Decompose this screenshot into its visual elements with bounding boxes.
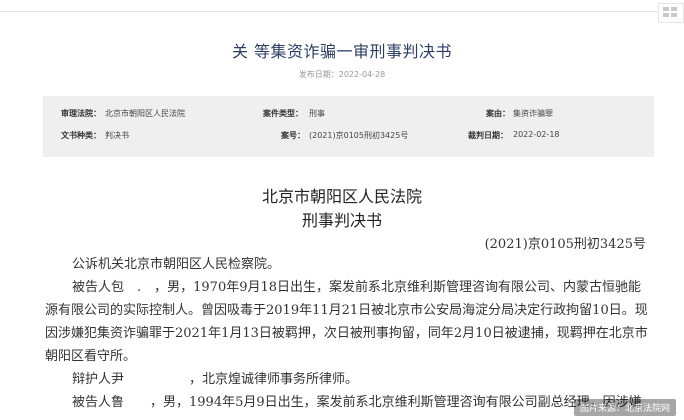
- grid-icon: [663, 7, 677, 17]
- paragraph-line: 源有限公司的实际控制人。曾因吸毒于2019年11月21日被北京市公安局海淀分局决…: [45, 303, 648, 318]
- case-type-value: 刑事: [309, 109, 325, 118]
- paragraph-line: 被告人包 . ，男，1970年9月18日出生，案发前系北京维利斯管理咨询有限公司…: [72, 280, 642, 295]
- case-no-value: (2021)京0105刑初3425号: [309, 131, 409, 140]
- court-value: 北京市朝阳区人民法院: [105, 109, 185, 118]
- image-source-watermark: 图片来源：北京法院网: [573, 399, 676, 416]
- paragraph-line: 辩护人尹 ，北京煌诚律师事务所律师。: [72, 372, 359, 387]
- publish-date: 发布日期：2022-04-28: [298, 70, 386, 79]
- case-type-label: 案件类型：: [263, 109, 303, 118]
- paragraph-line: 因涉嫌犯集资诈骗罪于2021年1月13日被羁押，次日被刑事拘留，同年2月10日被…: [45, 326, 648, 341]
- verdict-date-value: 2022-02-18: [513, 130, 560, 139]
- paragraph-line: 被告人鲁 ，男，1994年5月9日出生，案发前系北京维利斯管理咨询有限公司副总经…: [72, 395, 642, 410]
- top-divider: [0, 11, 684, 12]
- case-no-label: 案号：: [281, 131, 305, 140]
- top-bar: [0, 0, 684, 23]
- cause-label: 案由：: [486, 109, 510, 118]
- document-title: 关 等集资诈骗一审刑事判决书: [231, 42, 453, 61]
- paragraph-line: 朝阳区看守所。: [45, 349, 137, 364]
- paragraph-line: 公诉机关北京市朝阳区人民检察院。: [72, 257, 281, 272]
- corner-button[interactable]: [658, 3, 684, 23]
- court-label: 审理法院：: [61, 109, 101, 118]
- doc-type-value: 判决书: [105, 131, 129, 140]
- cause-value: 集资诈骗罪: [513, 109, 553, 118]
- doc-type-label: 文书种类：: [61, 131, 101, 140]
- case-number: (2021)京0105刑初3425号: [484, 237, 646, 252]
- court-name: 北京市朝阳区人民法院: [261, 187, 422, 206]
- verdict-date-label: 裁判日期：: [468, 131, 508, 140]
- judgment-type: 刑事判决书: [301, 211, 382, 230]
- case-meta-panel: 审理法院： 北京市朝阳区人民法院 案件类型： 刑事 案由： 集资诈骗罪 文书种类…: [43, 96, 654, 157]
